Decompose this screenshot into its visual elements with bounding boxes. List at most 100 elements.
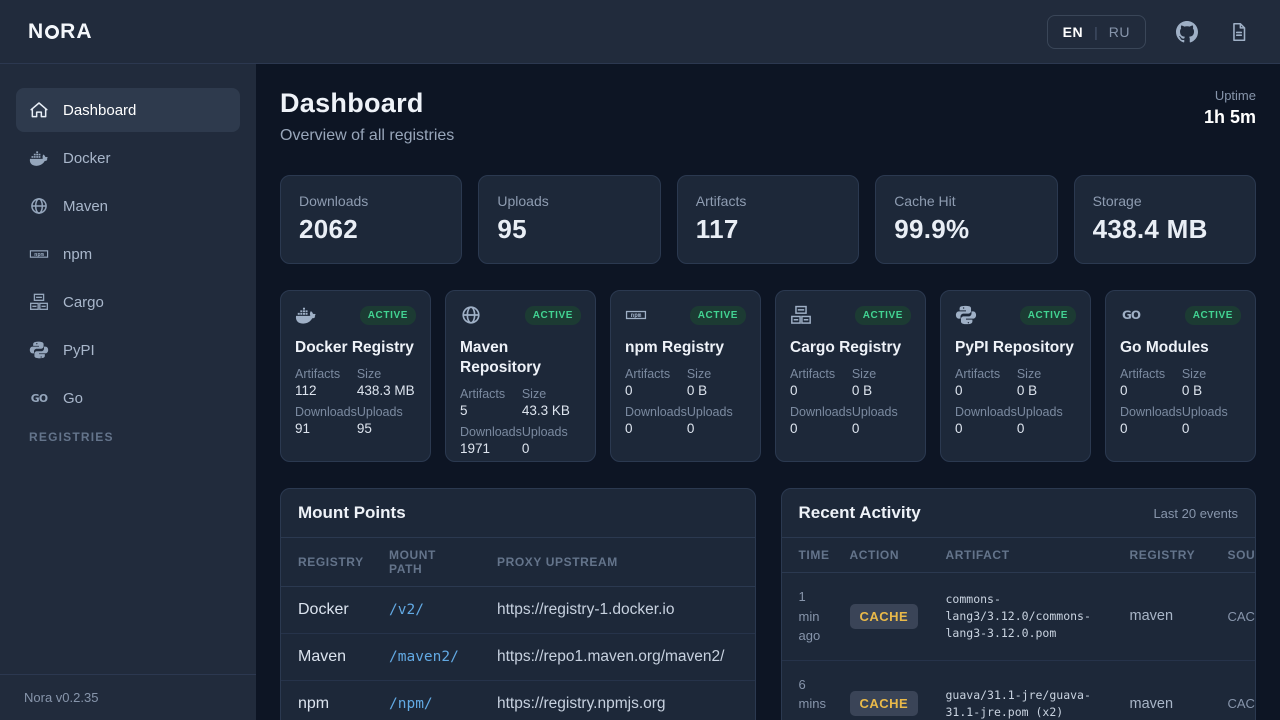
size-label: Size xyxy=(357,367,416,381)
topbar-actions: EN | RU xyxy=(1047,15,1250,49)
home-icon xyxy=(29,100,49,120)
mount-points-table: REGISTRY MOUNT PATH PROXY UPSTREAM Docke… xyxy=(281,538,755,720)
artifacts-value: 0 xyxy=(1120,383,1182,398)
stat-label: Downloads xyxy=(299,193,443,209)
stat-label: Cache Hit xyxy=(894,193,1038,209)
uploads-value: 0 xyxy=(852,421,911,436)
uploads-label: Uploads xyxy=(357,405,416,419)
stat-label: Artifacts xyxy=(696,193,840,209)
registry-card-npm: npm ACTIVE npm Registry Artifacts0 Size0… xyxy=(610,290,761,462)
registry-card-title: Go Modules xyxy=(1120,338,1241,358)
mount-points-title: Mount Points xyxy=(298,503,406,523)
mount-registry: Docker xyxy=(281,587,381,634)
docker-whale-icon xyxy=(29,148,49,168)
globe-icon xyxy=(460,304,482,326)
registry-card-title: Maven Repository xyxy=(460,338,581,378)
sidebar-item-docker[interactable]: Docker xyxy=(16,136,240,180)
downloads-value: 1971 xyxy=(460,441,522,456)
mount-upstream: https://registry-1.docker.io xyxy=(489,587,755,634)
status-badge: ACTIVE xyxy=(1020,306,1076,325)
lang-ru-button[interactable]: RU xyxy=(1109,24,1130,40)
registry-card-title: npm Registry xyxy=(625,338,746,358)
uploads-label: Uploads xyxy=(522,425,581,439)
event-source: CACHE xyxy=(1220,573,1257,661)
stat-label: Storage xyxy=(1093,193,1237,209)
sidebar-item-maven[interactable]: Maven xyxy=(16,184,240,228)
uploads-label: Uploads xyxy=(687,405,746,419)
stat-value: 2062 xyxy=(299,214,443,245)
artifacts-label: Artifacts xyxy=(460,387,522,401)
page-subtitle: Overview of all registries xyxy=(280,127,454,145)
status-badge: ACTIVE xyxy=(690,306,746,325)
table-row: npm /npm/ https://registry.npmjs.org xyxy=(281,681,755,720)
uploads-value: 95 xyxy=(357,421,416,436)
table-row: Docker /v2/ https://registry-1.docker.io xyxy=(281,587,755,634)
recent-activity-title: Recent Activity xyxy=(799,503,921,523)
artifacts-label: Artifacts xyxy=(790,367,852,381)
sidebar-item-go[interactable]: GO Go xyxy=(16,376,240,420)
col-header-time: TIME xyxy=(782,538,842,573)
event-artifact: commons-lang3/3.12.0/commons-lang3-3.12.… xyxy=(938,573,1122,661)
size-value: 0 B xyxy=(1017,383,1076,398)
svg-text:GO: GO xyxy=(1122,308,1141,322)
downloads-label: Downloads xyxy=(1120,405,1182,419)
sidebar-item-npm[interactable]: npm npm xyxy=(16,232,240,276)
python-icon xyxy=(29,340,49,360)
recent-activity-table: TIME ACTION ARTIFACT REGISTRY SOURCE 1 m… xyxy=(782,538,1257,720)
downloads-value: 0 xyxy=(955,421,1017,436)
status-badge: ACTIVE xyxy=(525,306,581,325)
sidebar: Dashboard Docker Maven npm npm Cargo PyP… xyxy=(0,64,256,720)
size-value: 0 B xyxy=(852,383,911,398)
stat-value: 99.9% xyxy=(894,214,1038,245)
registry-card-title: Cargo Registry xyxy=(790,338,911,358)
logo-text-suffix: RA xyxy=(60,20,92,44)
registry-card-maven: ACTIVE Maven Repository Artifacts5 Size4… xyxy=(445,290,596,462)
stat-card-uploads: Uploads 95 xyxy=(478,175,660,264)
col-header-action: ACTION xyxy=(842,538,938,573)
sidebar-item-pypi[interactable]: PyPI xyxy=(16,328,240,372)
uptime-label: Uptime xyxy=(1204,88,1256,103)
sidebar-section-registries: REGISTRIES xyxy=(16,430,240,444)
mount-path: /maven2/ xyxy=(381,634,489,681)
github-icon[interactable] xyxy=(1176,21,1198,43)
sidebar-item-dashboard[interactable]: Dashboard xyxy=(16,88,240,132)
event-artifact: guava/31.1-jre/guava-31.1-jre.pom (x2) xyxy=(938,660,1122,720)
svg-text:npm: npm xyxy=(34,252,45,258)
registry-card-pypi: ACTIVE PyPI Repository Artifacts0 Size0 … xyxy=(940,290,1091,462)
go-icon: GO xyxy=(1120,304,1142,326)
status-badge: ACTIVE xyxy=(360,306,416,325)
artifacts-value: 0 xyxy=(955,383,1017,398)
page-title: Dashboard xyxy=(280,88,454,119)
size-label: Size xyxy=(1017,367,1076,381)
artifacts-value: 0 xyxy=(625,383,687,398)
event-registry: maven xyxy=(1122,573,1220,661)
uploads-value: 0 xyxy=(1017,421,1076,436)
mount-registry: Maven xyxy=(281,634,381,681)
uploads-value: 0 xyxy=(1182,421,1241,436)
lang-en-button[interactable]: EN xyxy=(1063,24,1083,40)
bottom-panels: Mount Points REGISTRY MOUNT PATH PROXY U… xyxy=(280,488,1256,720)
stat-label: Uploads xyxy=(497,193,641,209)
size-label: Size xyxy=(852,367,911,381)
artifacts-label: Artifacts xyxy=(955,367,1017,381)
downloads-value: 0 xyxy=(625,421,687,436)
status-badge: ACTIVE xyxy=(855,306,911,325)
status-badge: ACTIVE xyxy=(1185,306,1241,325)
globe-icon xyxy=(29,196,49,216)
artifacts-label: Artifacts xyxy=(625,367,687,381)
event-registry: maven xyxy=(1122,660,1220,720)
downloads-label: Downloads xyxy=(625,405,687,419)
size-value: 438.3 MB xyxy=(357,383,416,398)
docs-icon[interactable] xyxy=(1228,21,1250,43)
downloads-value: 0 xyxy=(790,421,852,436)
language-switch[interactable]: EN | RU xyxy=(1047,15,1146,49)
sidebar-item-label: Dashboard xyxy=(63,102,136,119)
size-value: 0 B xyxy=(687,383,746,398)
table-row: 1 min ago CACHE commons-lang3/3.12.0/com… xyxy=(782,573,1257,661)
size-label: Size xyxy=(687,367,746,381)
event-action-cell: CACHE xyxy=(842,660,938,720)
table-row: Maven /maven2/ https://repo1.maven.org/m… xyxy=(281,634,755,681)
event-time: 6 mins ago xyxy=(782,660,842,720)
sidebar-item-label: Maven xyxy=(63,198,108,215)
sidebar-item-cargo[interactable]: Cargo xyxy=(16,280,240,324)
